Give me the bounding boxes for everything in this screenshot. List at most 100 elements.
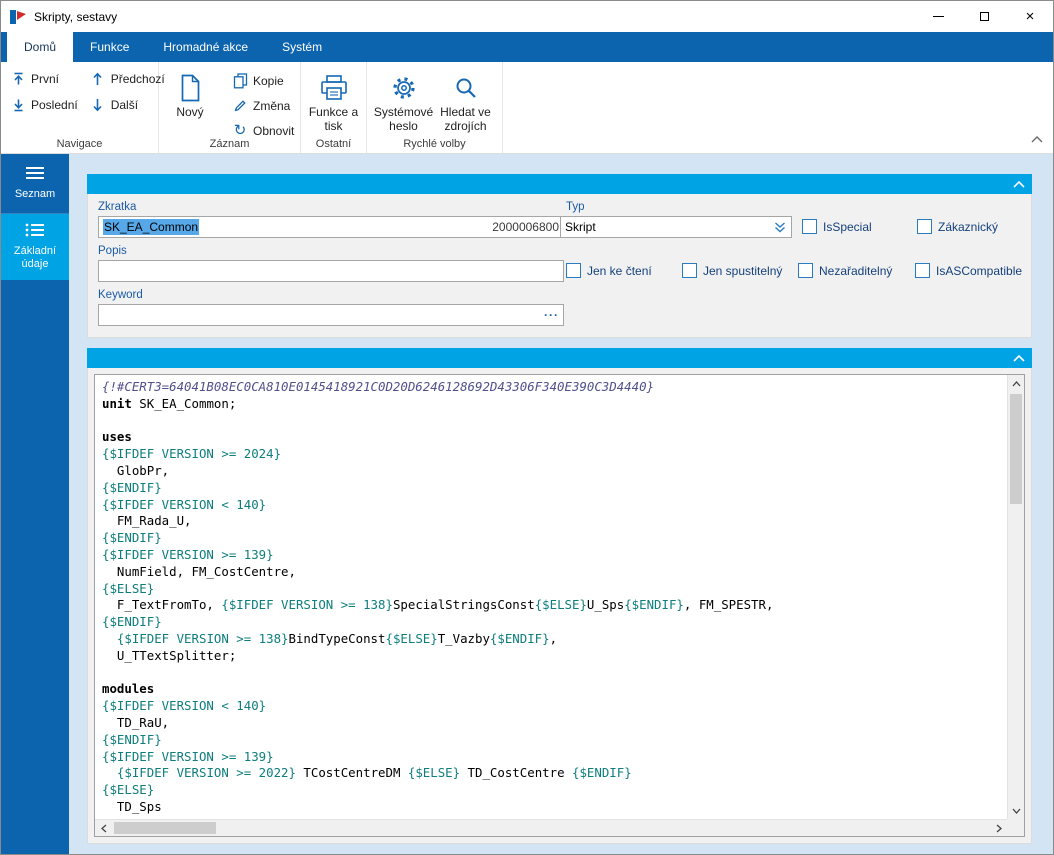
- scroll-right-icon[interactable]: [990, 820, 1007, 837]
- zkratka-id: 2000006800: [492, 220, 559, 234]
- checkbox-isascompatible[interactable]: IsASCompatible: [915, 263, 1022, 278]
- code-editor: {!#CERT3=64041B08EC0CA810E0145418921C0D2…: [94, 374, 1025, 837]
- code-line: {$IFDEF VERSION < 140}: [102, 698, 267, 714]
- code-line: {$ENDIF}: [102, 530, 162, 546]
- code-line: GlobPr,: [102, 462, 170, 478]
- scroll-down-icon[interactable]: [1008, 802, 1025, 819]
- group-label-ostatni: Ostatní: [315, 138, 352, 150]
- tab-funkce[interactable]: Funkce: [73, 32, 146, 62]
- checkbox-box[interactable]: [682, 263, 697, 278]
- checkbox-jen-spustitelny[interactable]: Jen spustitelný: [682, 263, 782, 278]
- ribbon-group-zaznam: Nový Kopie Změna ↻ Obnovit Záznam: [159, 62, 301, 153]
- minimize-button[interactable]: [915, 1, 961, 32]
- arrow-up-icon: [90, 71, 106, 86]
- sidebar-item-seznam[interactable]: Seznam: [1, 154, 69, 214]
- ribbon-tab-bar: Domů Funkce Hromadné akce Systém: [1, 32, 1053, 62]
- search-icon: [454, 72, 478, 104]
- checkbox-zakaznicky[interactable]: Zákaznický: [917, 219, 998, 234]
- code-lines[interactable]: {!#CERT3=64041B08EC0CA810E0145418921C0D2…: [95, 375, 1007, 819]
- copy-button[interactable]: Kopie: [227, 71, 299, 90]
- group-label-zaznam: Záznam: [209, 138, 250, 150]
- code-line: {$IFDEF VERSION >= 2024}: [102, 446, 282, 462]
- code-line: {$IFDEF VERSION >= 139}: [102, 546, 274, 562]
- close-button[interactable]: ×: [1007, 1, 1053, 32]
- checkbox-box[interactable]: [802, 219, 817, 234]
- code-line: {$IFDEF VERSION < 140}: [102, 496, 267, 512]
- edit-icon: [232, 98, 248, 113]
- maximize-icon: [979, 12, 989, 21]
- sidebar-item-zakladni-udaje[interactable]: Základní údaje: [1, 214, 69, 280]
- script-panel-header: [87, 348, 1032, 368]
- keyword-input[interactable]: ···: [98, 304, 564, 326]
- window-title: Skripty, sestavy: [34, 9, 118, 24]
- maximize-button[interactable]: [961, 1, 1007, 32]
- arrow-down-icon: [90, 97, 106, 112]
- ribbon-group-rychle-volby: Systémové heslo Hledat ve zdrojích Rychl…: [367, 62, 503, 153]
- code-line: {$ENDIF}: [102, 479, 162, 495]
- tab-hromadne-akce[interactable]: Hromadné akce: [146, 32, 265, 62]
- keyword-label: Keyword: [98, 289, 143, 301]
- edit-button[interactable]: Změna: [227, 96, 299, 115]
- horizontal-scroll-thumb[interactable]: [114, 822, 216, 834]
- popis-label: Popis: [98, 245, 127, 257]
- vertical-scrollbar[interactable]: [1007, 375, 1024, 819]
- popis-input[interactable]: [98, 260, 564, 282]
- detail-panel: Zkratka SK_EA_Common 2000006800 Typ Skri…: [87, 174, 1032, 338]
- zkratka-label: Zkratka: [98, 201, 137, 213]
- main-content: Zkratka SK_EA_Common 2000006800 Typ Skri…: [69, 154, 1053, 854]
- horizontal-scrollbar[interactable]: [95, 819, 1007, 836]
- last-record-icon: [10, 97, 26, 112]
- zkratka-value: SK_EA_Common: [103, 219, 200, 235]
- app-window: Skripty, sestavy × Domů Funkce Hromadné …: [0, 0, 1054, 855]
- printer-icon: [319, 72, 349, 104]
- sidebar: Seznam Základní údaje: [1, 154, 69, 854]
- previous-button[interactable]: Předchozí: [85, 69, 170, 88]
- close-icon: ×: [1025, 8, 1035, 25]
- collapse-panel-icon[interactable]: [1013, 180, 1025, 188]
- tab-domu[interactable]: Domů: [7, 32, 74, 62]
- code-line: {$ELSE}: [102, 782, 155, 798]
- checkbox-isspecial[interactable]: IsSpecial: [802, 219, 872, 234]
- checkbox-box[interactable]: [566, 263, 581, 278]
- code-line: FM_Rada_U,: [102, 513, 192, 529]
- collapse-ribbon-icon[interactable]: [1031, 130, 1043, 148]
- scrollbar-corner: [1007, 819, 1024, 836]
- checkbox-box[interactable]: [917, 219, 932, 234]
- code-line: {!#CERT3=64041B08EC0CA810E0145418921C0D2…: [102, 379, 655, 394]
- code-line: modules: [102, 681, 155, 697]
- collapse-panel-icon[interactable]: [1013, 354, 1025, 362]
- dropdown-icon[interactable]: [773, 221, 787, 234]
- scroll-left-icon[interactable]: [95, 820, 112, 837]
- refresh-icon: ↻: [233, 122, 247, 139]
- ribbon: První Poslední Předchozí Další Navigace …: [1, 62, 1053, 154]
- zkratka-input[interactable]: SK_EA_Common 2000006800: [98, 216, 564, 238]
- group-label-navigace: Navigace: [56, 138, 103, 150]
- checkbox-box[interactable]: [798, 263, 813, 278]
- checkbox-nezaraditelny[interactable]: Nezařaditelný: [798, 263, 892, 278]
- checkbox-box[interactable]: [915, 263, 930, 278]
- vertical-scroll-thumb[interactable]: [1010, 394, 1022, 504]
- detail-form: Zkratka SK_EA_Common 2000006800 Typ Skri…: [87, 194, 1032, 338]
- new-document-icon: [179, 72, 202, 104]
- code-line: F_TextFromTo, {$IFDEF VERSION >= 138}Spe…: [102, 597, 774, 613]
- next-button[interactable]: Další: [85, 95, 170, 114]
- code-line: unit SK_EA_Common;: [102, 395, 237, 411]
- code-line: U_TTextSplitter;: [102, 647, 237, 663]
- scroll-up-icon[interactable]: [1008, 375, 1025, 392]
- app-icon: [9, 8, 27, 26]
- typ-combobox[interactable]: Skript: [560, 216, 792, 238]
- last-button[interactable]: Poslední: [5, 95, 83, 114]
- typ-label: Typ: [566, 201, 585, 213]
- script-panel: {!#CERT3=64041B08EC0CA810E0145418921C0D2…: [87, 348, 1032, 844]
- tab-system[interactable]: Systém: [265, 32, 339, 62]
- typ-value: Skript: [565, 220, 596, 234]
- checkbox-jen-ke-cteni[interactable]: Jen ke čtení: [566, 263, 652, 278]
- menu-icon: [25, 166, 45, 183]
- first-button[interactable]: První: [5, 69, 83, 88]
- group-label-rychle-volby: Rychlé volby: [403, 138, 466, 150]
- code-line: {$IFDEF VERSION >= 139}: [102, 748, 274, 764]
- code-line: {$ENDIF}: [102, 731, 162, 747]
- browse-button[interactable]: ···: [544, 308, 559, 322]
